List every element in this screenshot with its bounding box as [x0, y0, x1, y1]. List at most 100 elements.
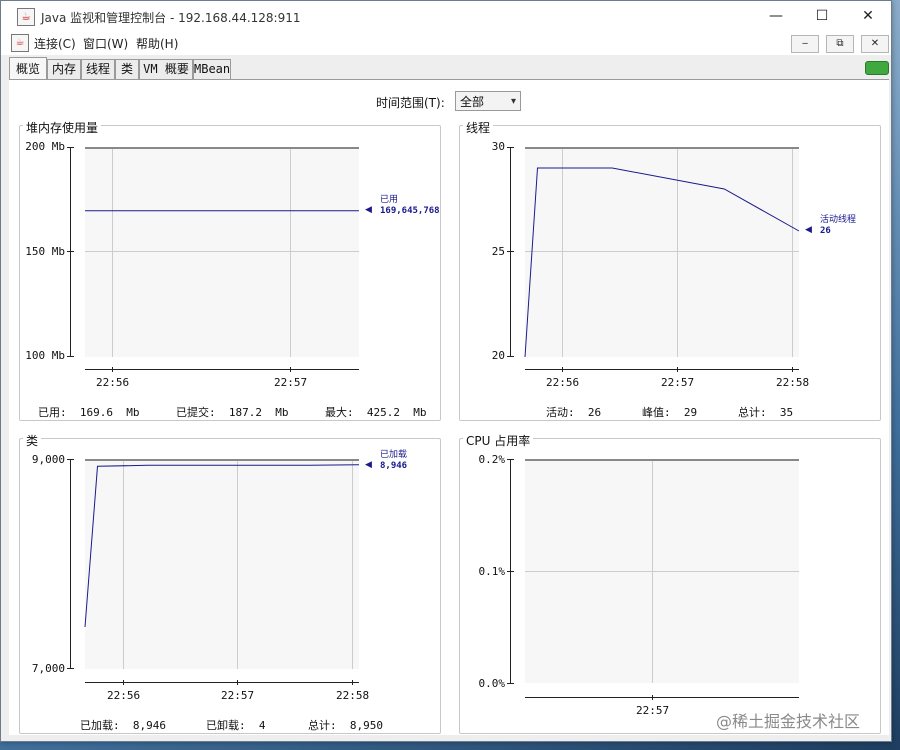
connection-status-icon[interactable]: [865, 61, 889, 75]
threads-x-axis: [525, 369, 799, 370]
cpu-y-tick: [507, 459, 514, 460]
threads-series-name: 活动线程: [820, 215, 857, 225]
heap-y-tick-label: 100 Mb: [25, 349, 65, 362]
classes-y-tick: [67, 668, 74, 669]
classes-x-tick: [237, 680, 238, 685]
threads-series-marker: ◀: [805, 225, 812, 235]
heap-x-tick: [112, 367, 113, 372]
classes-x-tick-label: 22:57: [221, 689, 255, 702]
cpu-y-tick-label: 0.2%: [478, 453, 506, 466]
heap-x-tick-label: 22:57: [274, 376, 308, 389]
classes-series-value: 8,946: [380, 461, 408, 471]
heap-x-tick-label: 22:56: [96, 376, 130, 389]
mdi-close-button[interactable]: ✕: [861, 35, 889, 53]
threads-y-tick: [507, 356, 514, 357]
heap-stat-max: 最大: 425.2 Mb: [325, 406, 427, 419]
classes-x-axis: [85, 682, 359, 683]
classes-x-tick: [123, 680, 124, 685]
classes-series-name: 已加载: [380, 450, 408, 460]
heap-series-value: 169,645,768: [380, 206, 440, 216]
tab-threads[interactable]: 线程: [81, 59, 115, 79]
menu-connection[interactable]: 连接(C): [34, 35, 76, 52]
classes-series-line: [84, 464, 360, 628]
heap-y-tick-label: 150 Mb: [25, 245, 65, 258]
time-range-select[interactable]: 全部 ▾: [455, 91, 521, 111]
heap-y-tick: [67, 147, 74, 148]
heap-y-tick: [67, 251, 74, 252]
window-title: Java 监视和管理控制台 - 192.168.44.128:911: [41, 11, 301, 25]
classes-x-tick: [352, 680, 353, 685]
heap-y-axis: [70, 147, 71, 357]
heap-y-tick-label: 200 Mb: [25, 140, 65, 153]
classes-panel-title: 类: [23, 432, 42, 449]
watermark-text: @稀土掘金技术社区: [716, 712, 861, 731]
menu-bar: ☕ 连接(C) 窗口(W) 帮助(H) ‒ ⧉ ✕: [1, 31, 891, 55]
jconsole-window: ☕ Java 监视和管理控制台 - 192.168.44.128:911 — ☐…: [0, 0, 892, 742]
threads-x-tick: [562, 367, 563, 372]
classes-stat-loaded: 已加载: 8,946: [80, 719, 166, 732]
cpu-panel-title: CPU 占用率: [463, 432, 534, 449]
tab-classes[interactable]: 类: [115, 59, 139, 79]
cpu-y-tick: [507, 683, 514, 684]
threads-stat-peak: 峰值: 29: [642, 406, 698, 419]
tab-overview[interactable]: 概览: [9, 57, 47, 80]
classes-stat-total: 总计: 8,950: [308, 719, 383, 732]
heap-x-tick: [290, 367, 291, 372]
threads-x-tick: [792, 367, 793, 372]
maximize-button[interactable]: ☐: [799, 1, 845, 31]
threads-y-tick-label: 20: [491, 349, 505, 362]
minimize-button[interactable]: —: [753, 1, 799, 31]
cpu-y-tick-label: 0.0%: [478, 677, 506, 690]
classes-chart-svg: [84, 464, 360, 628]
threads-chart-svg: [524, 167, 800, 358]
classes-y-tick-label: 9,000: [31, 453, 65, 466]
heap-stat-used: 已用: 169.6 Mb: [38, 406, 140, 419]
cpu-x-tick-label: 22:57: [636, 704, 670, 717]
cpu-grid-v: [652, 461, 653, 683]
heap-y-tick: [67, 356, 74, 357]
threads-series-value: 26: [820, 226, 831, 236]
java-doc-icon[interactable]: ☕: [11, 34, 29, 52]
threads-series-line: [524, 167, 800, 358]
close-button[interactable]: ✕: [845, 1, 891, 31]
tab-vm-summary[interactable]: VM 概要: [139, 59, 193, 79]
heap-panel-title: 堆内存使用量: [23, 119, 102, 136]
title-bar: ☕ Java 监视和管理控制台 - 192.168.44.128:911 — ☐…: [1, 1, 891, 31]
threads-x-tick-label: 22:56: [546, 376, 580, 389]
classes-series-marker: ◀: [365, 460, 372, 470]
cpu-x-tick: [652, 695, 653, 700]
heap-x-axis: [85, 369, 359, 370]
threads-x-tick: [677, 367, 678, 372]
cpu-grid-h: [525, 571, 799, 572]
threads-x-tick-label: 22:57: [661, 376, 695, 389]
menu-help[interactable]: 帮助(H): [136, 35, 178, 52]
classes-stat-unloaded: 已卸载: 4: [206, 719, 266, 732]
classes-y-tick: [67, 459, 74, 460]
classes-x-tick-label: 22:58: [336, 689, 370, 702]
tab-mbean[interactable]: MBean: [193, 59, 231, 79]
tab-memory[interactable]: 内存: [47, 59, 81, 79]
threads-stat-total: 总计: 35: [738, 406, 794, 419]
classes-x-tick-label: 22:56: [107, 689, 141, 702]
menu-window[interactable]: 窗口(W): [83, 35, 128, 52]
chevron-down-icon: ▾: [510, 96, 516, 107]
java-app-icon: ☕: [17, 8, 35, 26]
mdi-minimize-button[interactable]: ‒: [791, 35, 819, 53]
threads-stat-live: 活动: 26: [546, 406, 602, 419]
classes-y-axis: [70, 459, 71, 669]
mdi-restore-button[interactable]: ⧉: [826, 35, 854, 53]
cpu-plot-top: [525, 459, 799, 461]
threads-y-tick-label: 25: [491, 245, 505, 258]
threads-y-axis: [510, 147, 511, 357]
time-range-label: 时间范围(T):: [376, 96, 445, 110]
heap-stat-committed: 已提交: 187.2 Mb: [176, 406, 289, 419]
classes-y-tick-label: 7,000: [31, 662, 65, 675]
cpu-y-tick-label: 0.1%: [478, 565, 506, 578]
threads-y-tick: [507, 251, 514, 252]
heap-series-marker: ◀: [365, 205, 372, 215]
threads-panel-title: 线程: [463, 119, 494, 136]
time-range-value: 全部: [460, 95, 485, 109]
threads-x-tick-label: 22:58: [776, 376, 810, 389]
heap-chart-svg: [85, 210, 359, 212]
threads-y-tick-label: 30: [491, 140, 505, 153]
